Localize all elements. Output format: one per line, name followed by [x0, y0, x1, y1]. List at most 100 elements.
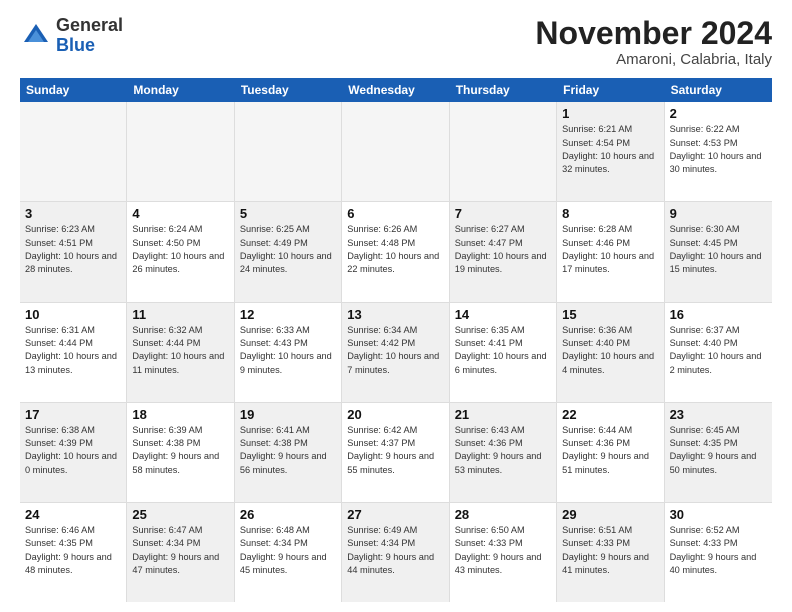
header-tuesday: Tuesday	[235, 78, 342, 102]
header-saturday: Saturday	[665, 78, 772, 102]
day-cell-1: 1Sunrise: 6:21 AM Sunset: 4:54 PM Daylig…	[557, 102, 664, 201]
day-info: Sunrise: 6:41 AM Sunset: 4:38 PM Dayligh…	[240, 424, 336, 477]
day-number: 9	[670, 206, 767, 221]
calendar-body: 1Sunrise: 6:21 AM Sunset: 4:54 PM Daylig…	[20, 102, 772, 602]
month-title: November 2024	[535, 16, 772, 51]
day-cell-6: 6 Sunrise: 6:26 AM Sunset: 4:48 PM Daylig…	[342, 202, 449, 301]
day-cell-10: 10 Sunrise: 6:31 AM Sunset: 4:44 PM Dayli…	[20, 303, 127, 402]
day-cell-24: 24Sunrise: 6:46 AM Sunset: 4:35 PM Dayli…	[20, 503, 127, 602]
day-cell-11: 11 Sunrise: 6:32 AM Sunset: 4:44 PM Dayli…	[127, 303, 234, 402]
day-cell-empty	[127, 102, 234, 201]
day-number: 29	[562, 507, 658, 522]
header-sunday: Sunday	[20, 78, 127, 102]
day-cell-7: 7Sunrise: 6:27 AM Sunset: 4:47 PM Daylig…	[450, 202, 557, 301]
day-cell-25: 25 Sunrise: 6:47 AM Sunset: 4:34 PM Dayli…	[127, 503, 234, 602]
day-info: Sunrise: 6:38 AM Sunset: 4:39 PM Dayligh…	[25, 424, 121, 477]
logo: General Blue	[20, 16, 123, 56]
day-cell-empty	[235, 102, 342, 201]
week-row-2: 3 Sunrise: 6:23 AM Sunset: 4:51 PM Daylig…	[20, 202, 772, 302]
day-info: Sunrise: 6:32 AM Sunset: 4:44 PM Dayligh…	[132, 324, 228, 377]
day-cell-21: 21 Sunrise: 6:43 AM Sunset: 4:36 PM Dayli…	[450, 403, 557, 502]
day-info: Sunrise: 6:52 AM Sunset: 4:33 PM Dayligh…	[670, 524, 767, 577]
day-info: Sunrise: 6:43 AM Sunset: 4:36 PM Dayligh…	[455, 424, 551, 477]
location: Amaroni, Calabria, Italy	[535, 51, 772, 68]
day-number: 26	[240, 507, 336, 522]
day-number: 23	[670, 407, 767, 422]
header: General Blue November 2024 Amaroni, Cala…	[20, 16, 772, 68]
day-number: 19	[240, 407, 336, 422]
header-wednesday: Wednesday	[342, 78, 449, 102]
day-info: Sunrise: 6:27 AM Sunset: 4:47 PM Dayligh…	[455, 223, 551, 276]
day-number: 8	[562, 206, 658, 221]
week-row-3: 10 Sunrise: 6:31 AM Sunset: 4:44 PM Dayli…	[20, 303, 772, 403]
day-info: Sunrise: 6:36 AM Sunset: 4:40 PM Dayligh…	[562, 324, 658, 377]
day-cell-16: 16 Sunrise: 6:37 AM Sunset: 4:40 PM Dayli…	[665, 303, 772, 402]
header-thursday: Thursday	[450, 78, 557, 102]
day-info: Sunrise: 6:49 AM Sunset: 4:34 PM Dayligh…	[347, 524, 443, 577]
day-cell-30: 30Sunrise: 6:52 AM Sunset: 4:33 PM Dayli…	[665, 503, 772, 602]
day-cell-2: 2 Sunrise: 6:22 AM Sunset: 4:53 PM Daylig…	[665, 102, 772, 201]
header-friday: Friday	[557, 78, 664, 102]
day-number: 2	[670, 106, 767, 121]
day-number: 27	[347, 507, 443, 522]
day-info: Sunrise: 6:23 AM Sunset: 4:51 PM Dayligh…	[25, 223, 121, 276]
day-cell-3: 3 Sunrise: 6:23 AM Sunset: 4:51 PM Daylig…	[20, 202, 127, 301]
day-info: Sunrise: 6:34 AM Sunset: 4:42 PM Dayligh…	[347, 324, 443, 377]
day-cell-empty	[450, 102, 557, 201]
week-row-4: 17 Sunrise: 6:38 AM Sunset: 4:39 PM Dayli…	[20, 403, 772, 503]
day-cell-23: 23 Sunrise: 6:45 AM Sunset: 4:35 PM Dayli…	[665, 403, 772, 502]
day-info: Sunrise: 6:22 AM Sunset: 4:53 PM Dayligh…	[670, 123, 767, 176]
day-info: Sunrise: 6:37 AM Sunset: 4:40 PM Dayligh…	[670, 324, 767, 377]
day-cell-20: 20 Sunrise: 6:42 AM Sunset: 4:37 PM Dayli…	[342, 403, 449, 502]
day-info: Sunrise: 6:24 AM Sunset: 4:50 PM Dayligh…	[132, 223, 228, 276]
day-number: 16	[670, 307, 767, 322]
day-number: 12	[240, 307, 336, 322]
day-cell-13: 13Sunrise: 6:34 AM Sunset: 4:42 PM Dayli…	[342, 303, 449, 402]
day-info: Sunrise: 6:33 AM Sunset: 4:43 PM Dayligh…	[240, 324, 336, 377]
day-cell-18: 18 Sunrise: 6:39 AM Sunset: 4:38 PM Dayli…	[127, 403, 234, 502]
page: General Blue November 2024 Amaroni, Cala…	[0, 0, 792, 612]
day-info: Sunrise: 6:30 AM Sunset: 4:45 PM Dayligh…	[670, 223, 767, 276]
day-number: 21	[455, 407, 551, 422]
day-number: 3	[25, 206, 121, 221]
day-cell-empty	[20, 102, 127, 201]
day-info: Sunrise: 6:45 AM Sunset: 4:35 PM Dayligh…	[670, 424, 767, 477]
day-info: Sunrise: 6:26 AM Sunset: 4:48 PM Dayligh…	[347, 223, 443, 276]
logo-text: General Blue	[56, 16, 123, 56]
day-number: 11	[132, 307, 228, 322]
day-cell-28: 28 Sunrise: 6:50 AM Sunset: 4:33 PM Dayli…	[450, 503, 557, 602]
day-number: 14	[455, 307, 551, 322]
day-number: 1	[562, 106, 658, 121]
day-cell-15: 15 Sunrise: 6:36 AM Sunset: 4:40 PM Dayli…	[557, 303, 664, 402]
day-number: 18	[132, 407, 228, 422]
day-number: 24	[25, 507, 121, 522]
day-info: Sunrise: 6:31 AM Sunset: 4:44 PM Dayligh…	[25, 324, 121, 377]
day-info: Sunrise: 6:50 AM Sunset: 4:33 PM Dayligh…	[455, 524, 551, 577]
week-row-1: 1Sunrise: 6:21 AM Sunset: 4:54 PM Daylig…	[20, 102, 772, 202]
day-cell-14: 14Sunrise: 6:35 AM Sunset: 4:41 PM Dayli…	[450, 303, 557, 402]
day-cell-19: 19 Sunrise: 6:41 AM Sunset: 4:38 PM Dayli…	[235, 403, 342, 502]
day-info: Sunrise: 6:44 AM Sunset: 4:36 PM Dayligh…	[562, 424, 658, 477]
day-cell-29: 29 Sunrise: 6:51 AM Sunset: 4:33 PM Dayli…	[557, 503, 664, 602]
day-number: 4	[132, 206, 228, 221]
day-info: Sunrise: 6:28 AM Sunset: 4:46 PM Dayligh…	[562, 223, 658, 276]
week-row-5: 24Sunrise: 6:46 AM Sunset: 4:35 PM Dayli…	[20, 503, 772, 602]
day-cell-27: 27 Sunrise: 6:49 AM Sunset: 4:34 PM Dayli…	[342, 503, 449, 602]
day-number: 20	[347, 407, 443, 422]
day-number: 22	[562, 407, 658, 422]
day-info: Sunrise: 6:48 AM Sunset: 4:34 PM Dayligh…	[240, 524, 336, 577]
day-number: 6	[347, 206, 443, 221]
title-block: November 2024 Amaroni, Calabria, Italy	[535, 16, 772, 68]
day-info: Sunrise: 6:39 AM Sunset: 4:38 PM Dayligh…	[132, 424, 228, 477]
day-number: 17	[25, 407, 121, 422]
day-info: Sunrise: 6:47 AM Sunset: 4:34 PM Dayligh…	[132, 524, 228, 577]
day-number: 25	[132, 507, 228, 522]
day-info: Sunrise: 6:42 AM Sunset: 4:37 PM Dayligh…	[347, 424, 443, 477]
header-monday: Monday	[127, 78, 234, 102]
day-number: 15	[562, 307, 658, 322]
day-number: 10	[25, 307, 121, 322]
day-cell-9: 9 Sunrise: 6:30 AM Sunset: 4:45 PM Daylig…	[665, 202, 772, 301]
day-cell-4: 4 Sunrise: 6:24 AM Sunset: 4:50 PM Daylig…	[127, 202, 234, 301]
day-number: 28	[455, 507, 551, 522]
day-info: Sunrise: 6:51 AM Sunset: 4:33 PM Dayligh…	[562, 524, 658, 577]
